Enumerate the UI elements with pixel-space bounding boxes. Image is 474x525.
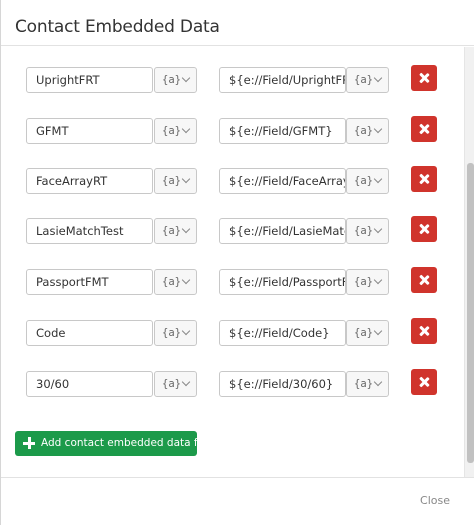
scrollbar-thumb[interactable] bbox=[467, 163, 474, 463]
piped-text-label: {a} bbox=[354, 125, 373, 137]
piped-text-dropdown[interactable]: {a} bbox=[154, 269, 197, 295]
embedded-data-dialog: Contact Embedded Data UprightFRT {a} ${e… bbox=[0, 0, 474, 525]
embedded-data-row: UprightFRT {a} ${e://Field/UprightFRT} {… bbox=[1, 65, 464, 95]
piped-text-dropdown[interactable]: {a} bbox=[154, 218, 197, 244]
field-name-input[interactable]: FaceArrayRT bbox=[26, 168, 153, 194]
delete-row-button[interactable] bbox=[411, 65, 437, 91]
piped-text-dropdown[interactable]: {a} bbox=[346, 67, 389, 93]
piped-text-dropdown[interactable]: {a} bbox=[346, 118, 389, 144]
piped-text-label: {a} bbox=[354, 276, 373, 288]
field-name-input[interactable]: Code bbox=[26, 320, 153, 346]
chevron-down-icon bbox=[181, 224, 191, 234]
piped-text-dropdown[interactable]: {a} bbox=[346, 320, 389, 346]
piped-text-dropdown[interactable]: {a} bbox=[154, 67, 197, 93]
field-name-input[interactable]: GFMT bbox=[26, 118, 153, 144]
delete-row-button[interactable] bbox=[411, 267, 437, 293]
piped-text-label: {a} bbox=[162, 327, 181, 339]
x-icon bbox=[418, 123, 430, 135]
chevron-down-icon bbox=[373, 377, 383, 387]
chevron-down-icon bbox=[373, 73, 383, 83]
chevron-down-icon bbox=[181, 124, 191, 134]
chevron-down-icon bbox=[373, 124, 383, 134]
piped-text-dropdown[interactable]: {a} bbox=[346, 218, 389, 244]
x-icon bbox=[418, 72, 430, 84]
field-value-input[interactable]: ${e://Field/PassportFMT bbox=[219, 269, 346, 295]
field-value-input[interactable]: ${e://Field/Code} bbox=[219, 320, 346, 346]
field-name-input[interactable]: 30/60 bbox=[26, 371, 153, 397]
field-name-input[interactable]: UprightFRT bbox=[26, 67, 153, 93]
vertical-scrollbar[interactable] bbox=[464, 47, 474, 477]
piped-text-label: {a} bbox=[354, 378, 373, 390]
chevron-down-icon bbox=[373, 326, 383, 336]
chevron-down-icon bbox=[181, 377, 191, 387]
field-name-input[interactable]: LasieMatchTest bbox=[26, 218, 153, 244]
x-icon bbox=[418, 173, 430, 185]
chevron-down-icon bbox=[181, 73, 191, 83]
chevron-down-icon bbox=[181, 275, 191, 285]
embedded-data-row: Code {a} ${e://Field/Code} {a} bbox=[1, 318, 464, 348]
close-button[interactable]: Close bbox=[420, 494, 450, 507]
piped-text-dropdown[interactable]: {a} bbox=[346, 371, 389, 397]
dialog-header: Contact Embedded Data bbox=[1, 0, 474, 46]
piped-text-label: {a} bbox=[162, 74, 181, 86]
field-name-input[interactable]: PassportFMT bbox=[26, 269, 153, 295]
piped-text-dropdown[interactable]: {a} bbox=[346, 269, 389, 295]
piped-text-label: {a} bbox=[162, 125, 181, 137]
piped-text-dropdown[interactable]: {a} bbox=[154, 320, 197, 346]
chevron-down-icon bbox=[181, 174, 191, 184]
delete-row-button[interactable] bbox=[411, 116, 437, 142]
piped-text-label: {a} bbox=[354, 175, 373, 187]
chevron-down-icon bbox=[373, 275, 383, 285]
x-icon bbox=[418, 274, 430, 286]
field-value-input[interactable]: ${e://Field/FaceArrayRT} bbox=[219, 168, 346, 194]
x-icon bbox=[418, 325, 430, 337]
add-button-label: Add contact embedded data field bbox=[41, 437, 217, 449]
chevron-down-icon bbox=[373, 174, 383, 184]
add-embedded-data-field-button[interactable]: Add contact embedded data field bbox=[15, 431, 217, 456]
piped-text-dropdown[interactable]: {a} bbox=[154, 168, 197, 194]
field-value-input[interactable]: ${e://Field/GFMT} bbox=[219, 118, 346, 144]
piped-text-dropdown[interactable]: {a} bbox=[346, 168, 389, 194]
field-value-input[interactable]: ${e://Field/30/60} bbox=[219, 371, 346, 397]
field-value-input[interactable]: ${e://Field/LasieMatchTe bbox=[219, 218, 346, 244]
embedded-data-row: FaceArrayRT {a} ${e://Field/FaceArrayRT}… bbox=[1, 166, 464, 196]
delete-row-button[interactable] bbox=[411, 166, 437, 192]
piped-text-label: {a} bbox=[354, 225, 373, 237]
dialog-footer: Close bbox=[1, 477, 474, 525]
delete-row-button[interactable] bbox=[411, 369, 437, 395]
piped-text-label: {a} bbox=[162, 175, 181, 187]
plus-icon bbox=[23, 437, 35, 449]
embedded-data-row: 30/60 {a} ${e://Field/30/60} {a} bbox=[1, 369, 464, 399]
dialog-title: Contact Embedded Data bbox=[15, 17, 220, 37]
piped-text-dropdown[interactable]: {a} bbox=[154, 118, 197, 144]
field-value-input[interactable]: ${e://Field/UprightFRT} bbox=[219, 67, 346, 93]
piped-text-label: {a} bbox=[162, 378, 181, 390]
piped-text-label: {a} bbox=[162, 225, 181, 237]
delete-row-button[interactable] bbox=[411, 318, 437, 344]
embedded-data-row: PassportFMT {a} ${e://Field/PassportFMT … bbox=[1, 267, 464, 297]
piped-text-label: {a} bbox=[354, 327, 373, 339]
piped-text-label: {a} bbox=[162, 276, 181, 288]
x-icon bbox=[418, 376, 430, 388]
chevron-down-icon bbox=[181, 326, 191, 336]
piped-text-label: {a} bbox=[354, 74, 373, 86]
dialog-body: UprightFRT {a} ${e://Field/UprightFRT} {… bbox=[1, 47, 464, 477]
delete-row-button[interactable] bbox=[411, 216, 437, 242]
piped-text-dropdown[interactable]: {a} bbox=[154, 371, 197, 397]
x-icon bbox=[418, 223, 430, 235]
chevron-down-icon bbox=[373, 224, 383, 234]
embedded-data-row: LasieMatchTest {a} ${e://Field/LasieMatc… bbox=[1, 216, 464, 246]
embedded-data-row: GFMT {a} ${e://Field/GFMT} {a} bbox=[1, 116, 464, 146]
